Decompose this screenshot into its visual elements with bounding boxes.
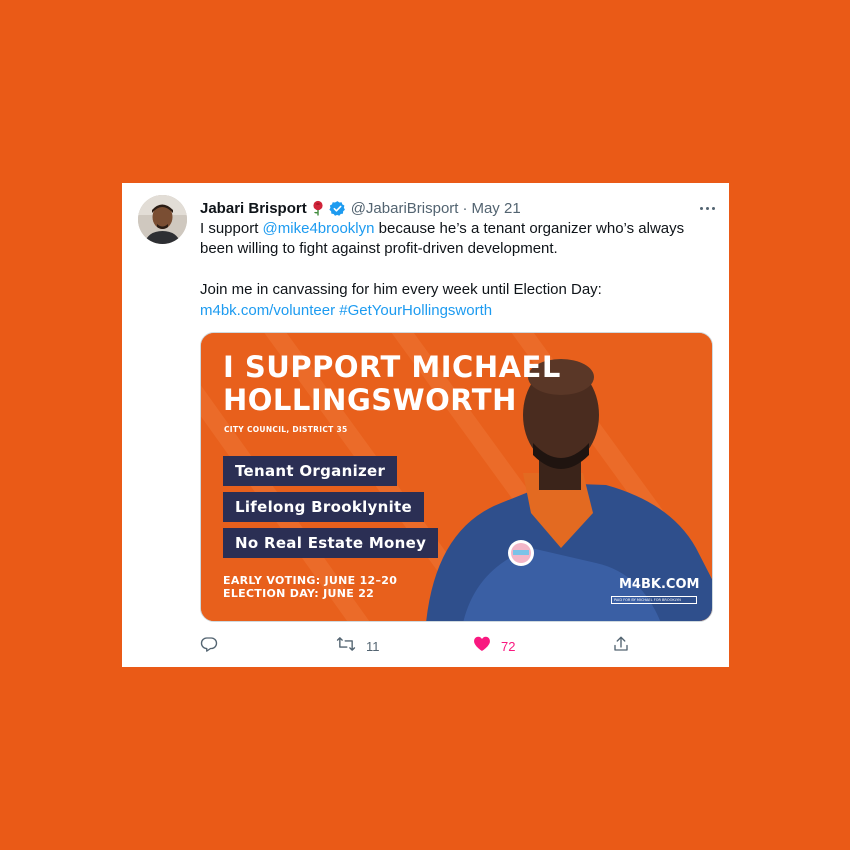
media-headline: I SUPPORT MICHAEL HOLLINGSWORTH xyxy=(223,351,561,417)
pill-no-real-estate-money: No Real Estate Money xyxy=(223,528,439,558)
paid-for-disclaimer: PAID FOR BY MICHAEL FOR BROOKLYN xyxy=(611,596,697,604)
more-icon[interactable] xyxy=(700,197,715,219)
tweet-header: Jabari Brisport @JabariBrisport · May 21 xyxy=(200,197,715,219)
author-handle[interactable]: @JabariBrisport xyxy=(351,200,459,217)
tweet-paragraph-1: I support @mike4brooklyn because he’s a … xyxy=(200,219,715,260)
retweet-button[interactable]: 11 xyxy=(336,635,380,657)
headline-line-2: HOLLINGSWORTH xyxy=(223,383,517,417)
election-day: ELECTION DAY: JUNE 22 xyxy=(223,586,375,600)
tweet-paragraph-2: Join me in canvassing for him every week… xyxy=(200,281,602,299)
verified-badge-icon xyxy=(329,200,346,217)
like-count: 72 xyxy=(501,638,516,654)
share-button[interactable] xyxy=(612,635,630,657)
volunteer-link[interactable]: m4bk.com/volunteer xyxy=(200,302,335,319)
voting-dates: EARLY VOTING: JUNE 12–20 ELECTION DAY: J… xyxy=(223,574,398,600)
reply-button[interactable] xyxy=(200,635,218,657)
hashtag-link[interactable]: #GetYourHollingsworth xyxy=(339,302,492,319)
reply-icon xyxy=(200,635,218,658)
pill-lifelong-brooklynite: Lifelong Brooklynite xyxy=(223,492,424,522)
headline-line-1: I SUPPORT MICHAEL xyxy=(223,350,561,384)
tweet-actions: 11 72 xyxy=(200,635,640,657)
like-heart-icon xyxy=(473,635,491,657)
tweet-date[interactable]: May 21 xyxy=(471,200,520,217)
media-subtitle: CITY COUNCIL, DISTRICT 35 xyxy=(224,425,348,434)
tweet-text-prefix: I support xyxy=(200,220,263,237)
author-name[interactable]: Jabari Brisport xyxy=(200,200,307,217)
retweet-count: 11 xyxy=(366,638,380,654)
media-site: M4BK.COM xyxy=(619,577,700,592)
tweet-card[interactable]: Jabari Brisport @JabariBrisport · May 21… xyxy=(122,183,729,667)
separator-dot: · xyxy=(462,199,468,217)
tweet-media-image[interactable]: I SUPPORT MICHAEL HOLLINGSWORTH CITY COU… xyxy=(200,332,713,622)
share-icon xyxy=(612,635,630,658)
rose-emoji-icon xyxy=(311,200,325,216)
tweet-text: I support @mike4brooklyn because he’s a … xyxy=(200,219,715,321)
tweet-paragraph-3: m4bk.com/volunteer #GetYourHollingsworth xyxy=(200,301,715,321)
avatar[interactable] xyxy=(138,195,187,244)
mention-link[interactable]: @mike4brooklyn xyxy=(263,220,375,237)
like-button[interactable]: 72 xyxy=(473,635,515,657)
early-voting: EARLY VOTING: JUNE 12–20 xyxy=(223,574,398,587)
pill-tenant-organizer: Tenant Organizer xyxy=(223,456,398,486)
retweet-icon xyxy=(336,635,356,658)
